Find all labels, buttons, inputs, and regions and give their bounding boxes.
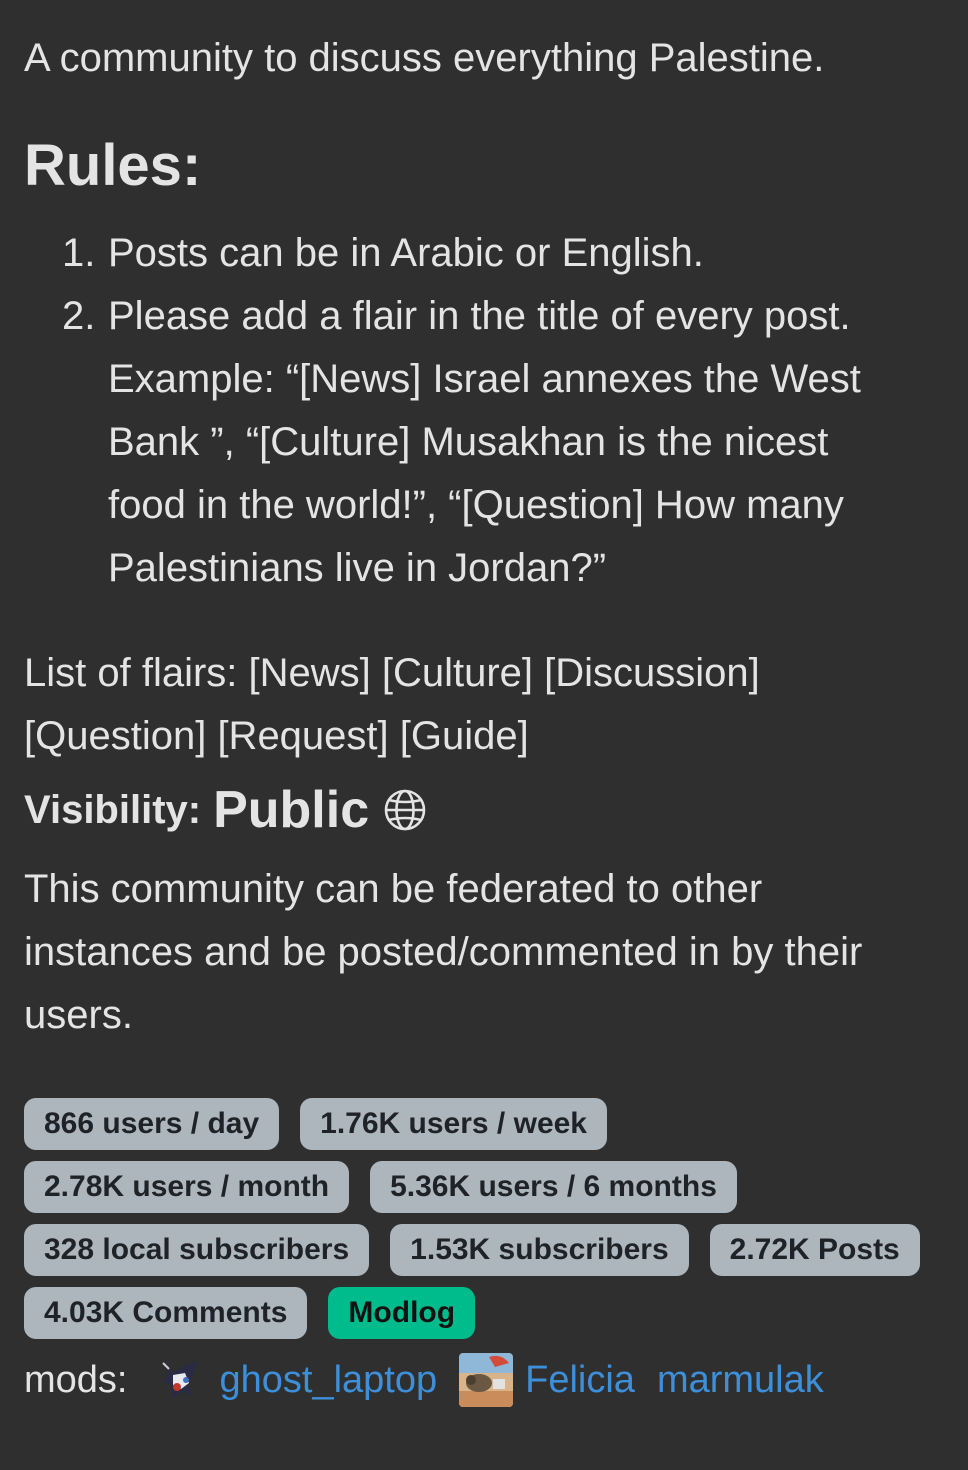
mod-link-ghost-laptop[interactable]: ghost_laptop bbox=[153, 1353, 437, 1407]
rule-number: 1. bbox=[62, 231, 96, 275]
mod-link-marmulak[interactable]: marmulak bbox=[657, 1359, 824, 1402]
rule-item: 2. Please add a flair in the title of ev… bbox=[24, 285, 888, 600]
rule-text: Please add a flair in the title of every… bbox=[108, 294, 861, 590]
stats-badges: 866 users / day 1.76K users / week 2.78K… bbox=[24, 1098, 944, 1350]
mod-name: Felicia bbox=[525, 1358, 635, 1401]
visibility-row: Visibility: Public bbox=[24, 780, 427, 840]
avatar bbox=[153, 1353, 208, 1407]
mod-name: marmulak bbox=[656, 1358, 824, 1401]
rules-heading: Rules: bbox=[24, 133, 202, 198]
comments-badge: 4.03K Comments bbox=[24, 1287, 308, 1339]
users-day-badge: 866 users / day bbox=[24, 1098, 280, 1150]
visibility-label: Visibility: bbox=[24, 787, 202, 832]
mods-label: mods: bbox=[24, 1358, 128, 1401]
local-subscribers-badge: 328 local subscribers bbox=[24, 1224, 370, 1276]
modlog-button[interactable]: Modlog bbox=[328, 1287, 476, 1339]
avatar bbox=[459, 1353, 514, 1407]
rule-item: 1. Posts can be in Arabic or English. bbox=[24, 222, 888, 285]
subscribers-badge: 1.53K subscribers bbox=[390, 1224, 689, 1276]
users-month-badge: 2.78K users / month bbox=[24, 1161, 350, 1213]
users-week-badge: 1.76K users / week bbox=[300, 1098, 607, 1150]
community-description: A community to discuss everything Palest… bbox=[24, 36, 825, 80]
federation-note: This community can be federated to other… bbox=[24, 867, 863, 1037]
rule-text: Posts can be in Arabic or English. bbox=[108, 231, 704, 275]
flairs-list: List of flairs: [News] [Culture] [Discus… bbox=[24, 651, 760, 758]
mod-name: ghost_laptop bbox=[219, 1358, 438, 1401]
posts-badge: 2.72K Posts bbox=[709, 1224, 920, 1276]
moderators-row: mods: ghost_laptop Felicia marmulak bbox=[24, 1352, 846, 1408]
mod-link-felicia[interactable]: Felicia bbox=[459, 1353, 635, 1407]
globe-icon bbox=[383, 788, 427, 832]
visibility-value: Public bbox=[213, 781, 370, 839]
rule-number: 2. bbox=[62, 294, 96, 338]
rules-list: 1. Posts can be in Arabic or English. 2.… bbox=[24, 222, 888, 600]
users-6months-badge: 5.36K users / 6 months bbox=[370, 1161, 737, 1213]
